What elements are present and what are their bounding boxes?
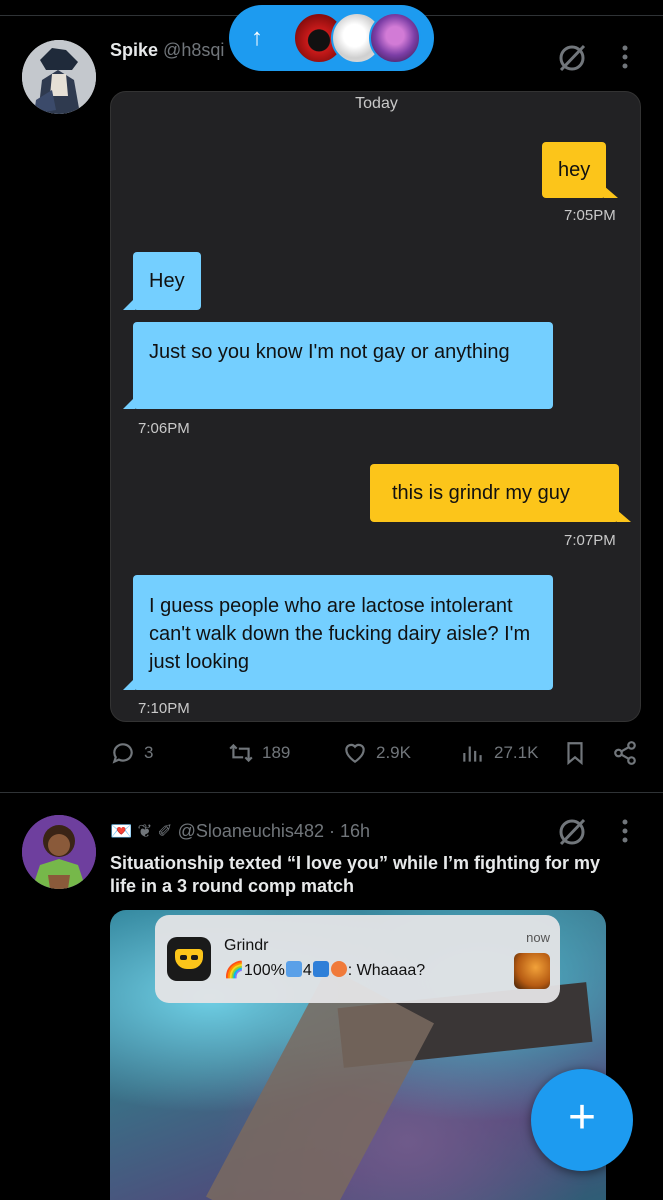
notification-count: 4 bbox=[302, 962, 312, 979]
more-options-icon[interactable] bbox=[618, 44, 632, 75]
reply-count: 3 bbox=[144, 743, 154, 762]
post-text: Situationship texted “I love you” while … bbox=[110, 853, 601, 896]
timestamp: 7:10PM bbox=[138, 700, 190, 717]
user-handle-and-time[interactable]: @Sloaneuchis482 · 16h bbox=[178, 821, 370, 841]
post-image-chat-screenshot[interactable]: Today hey 7:05PM Hey Just so you know I'… bbox=[110, 91, 641, 722]
reply-button[interactable]: 3 bbox=[110, 740, 153, 766]
bookmark-icon bbox=[567, 742, 583, 766]
avatar[interactable] bbox=[22, 40, 96, 114]
message-text: hey bbox=[558, 159, 591, 181]
plus-icon: + bbox=[567, 1091, 597, 1144]
notification-time: now bbox=[526, 930, 550, 945]
notification-thumbnail bbox=[514, 953, 550, 989]
more-options-icon[interactable] bbox=[618, 818, 632, 849]
post-divider bbox=[0, 792, 663, 793]
emoji-prefix: 💌 ❦ ✐ bbox=[110, 821, 173, 841]
post2-header: 💌 ❦ ✐ @Sloaneuchis482 · 16h bbox=[110, 821, 370, 842]
views-button[interactable]: 27.1K bbox=[460, 740, 538, 766]
like-count: 2.9K bbox=[376, 743, 411, 762]
grindr-app-icon bbox=[167, 937, 211, 981]
timestamp: 7:05PM bbox=[564, 207, 616, 224]
share-button[interactable] bbox=[612, 740, 638, 766]
message-bubble-incoming: Just so you know I'm not gay or anything bbox=[123, 322, 553, 409]
message-bubble-incoming: Hey bbox=[123, 252, 201, 310]
repost-icon bbox=[229, 743, 253, 763]
notification-text: : Whaaaa? bbox=[347, 962, 426, 979]
post-action-bar: 3 189 2.9K 27.1K bbox=[110, 740, 640, 774]
message-bubble-outgoing: hey bbox=[542, 142, 619, 198]
notification-banner: Grindr 🌈100% 4 : Whaaaa? now bbox=[155, 915, 560, 1003]
repost-button[interactable]: 189 bbox=[228, 740, 290, 766]
timestamp: 7:07PM bbox=[564, 532, 616, 549]
timestamp: 7:06PM bbox=[138, 420, 190, 437]
peach-icon bbox=[330, 961, 347, 977]
like-button[interactable]: 2.9K bbox=[342, 740, 411, 766]
repost-count: 189 bbox=[262, 743, 291, 762]
person-icon bbox=[312, 961, 329, 977]
notification-percent: 100% bbox=[243, 962, 285, 979]
message-text: Hey bbox=[149, 270, 185, 292]
up-arrow-icon bbox=[285, 961, 302, 977]
arrow-up-icon: ↑ bbox=[251, 24, 263, 51]
compose-button[interactable]: + bbox=[531, 1069, 633, 1171]
user-handle[interactable]: @h8sqi bbox=[163, 40, 224, 60]
message-bubble-incoming: I guess people who are lactose intoleran… bbox=[123, 575, 553, 690]
rainbow-icon: 🌈 bbox=[224, 962, 244, 979]
message-text: I guess people who are lactose intoleran… bbox=[149, 595, 531, 673]
avatar[interactable] bbox=[22, 815, 96, 889]
post1-header: Spike @h8sqi bbox=[110, 40, 224, 61]
new-posts-pill[interactable]: ↑ bbox=[229, 5, 434, 71]
new-posts-avatars bbox=[293, 12, 421, 64]
grok-icon[interactable] bbox=[556, 816, 588, 853]
view-count: 27.1K bbox=[494, 743, 539, 762]
message-bubble-outgoing: this is grindr my guy bbox=[370, 464, 631, 522]
heart-icon bbox=[345, 743, 365, 763]
display-name[interactable]: Spike bbox=[110, 40, 158, 60]
reply-icon bbox=[112, 743, 133, 764]
message-text: this is grindr my guy bbox=[392, 482, 570, 504]
message-text: Just so you know I'm not gay or anything bbox=[149, 341, 510, 363]
bookmark-button[interactable] bbox=[562, 740, 588, 766]
avatar bbox=[369, 12, 421, 64]
grok-icon[interactable] bbox=[556, 42, 588, 79]
notification-app-name: Grindr bbox=[224, 937, 269, 954]
notification-message: 🌈100% 4 : Whaaaa? bbox=[224, 960, 425, 980]
analytics-icon bbox=[463, 746, 482, 762]
day-label: Today bbox=[355, 95, 398, 112]
share-icon bbox=[614, 741, 636, 765]
